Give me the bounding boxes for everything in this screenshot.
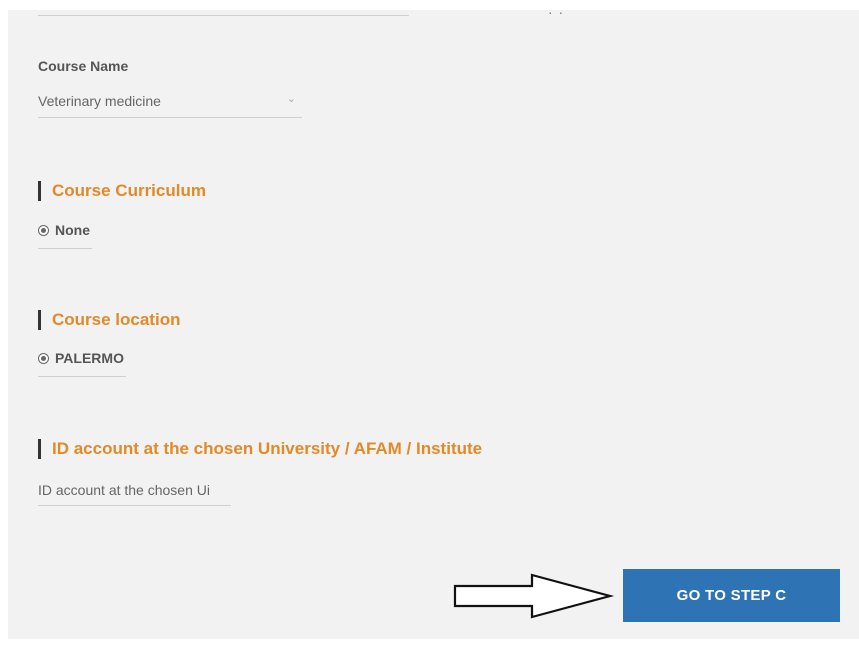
course-name-label: Course Name	[38, 58, 129, 74]
course-curriculum-heading: Course Curriculum	[38, 181, 206, 201]
radio-selected-icon[interactable]	[38, 225, 49, 236]
curriculum-option-label: None	[55, 222, 90, 238]
radio-selected-icon[interactable]	[38, 353, 49, 364]
course-name-value: Veterinary medicine	[38, 93, 161, 109]
id-account-heading: ID account at the chosen University / AF…	[38, 439, 482, 459]
heading-bar	[38, 181, 41, 201]
location-option-palermo[interactable]: PALERMO	[38, 350, 126, 377]
heading-bar	[38, 310, 41, 330]
course-location-heading: Course location	[38, 310, 180, 330]
heading-bar	[38, 439, 41, 459]
course-location-title: Course location	[52, 310, 181, 329]
curriculum-option-none[interactable]: None	[38, 222, 92, 249]
location-option-label: PALERMO	[55, 350, 124, 366]
id-account-input[interactable]	[38, 475, 231, 506]
cutoff-text: · ·	[548, 10, 565, 20]
chevron-down-icon: ⌄	[286, 93, 296, 105]
go-to-step-c-button[interactable]: GO TO STEP C	[623, 569, 840, 622]
course-curriculum-title: Course Curriculum	[52, 181, 206, 200]
form-panel: · · Course Name Veterinary medicine ⌄ Co…	[8, 10, 859, 639]
arrow-right-icon	[453, 573, 615, 619]
id-account-title: ID account at the chosen University / AF…	[52, 439, 483, 458]
previous-field-underline	[38, 15, 409, 16]
course-name-select[interactable]: Veterinary medicine ⌄	[38, 87, 302, 118]
